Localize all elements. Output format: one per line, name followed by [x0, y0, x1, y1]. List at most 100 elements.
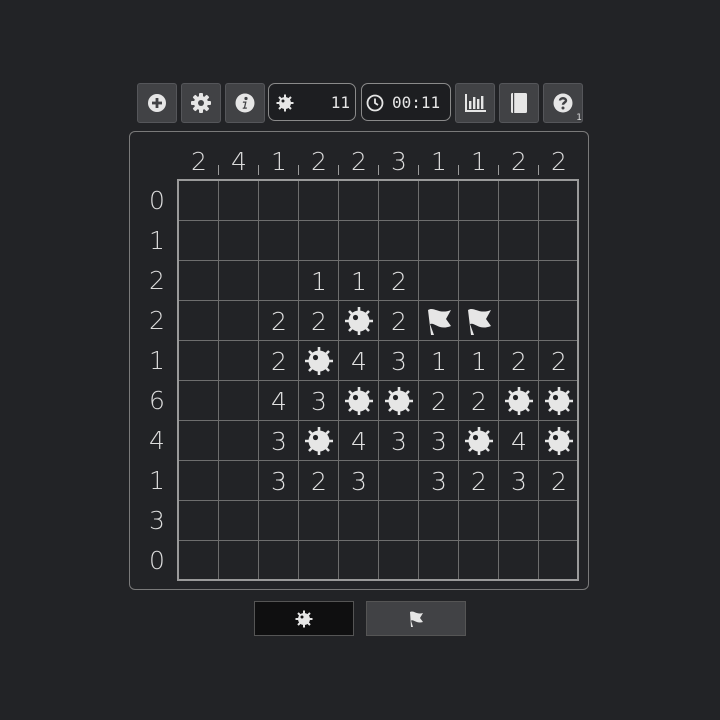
empty-cell[interactable]	[179, 501, 219, 541]
number-cell[interactable]: 1	[459, 341, 499, 381]
empty-cell[interactable]	[219, 301, 259, 341]
empty-cell[interactable]	[539, 301, 579, 341]
empty-cell[interactable]	[259, 261, 299, 301]
number-cell[interactable]: 2	[259, 301, 299, 341]
number-cell[interactable]: 1	[419, 341, 459, 381]
number-cell[interactable]: 3	[499, 461, 539, 501]
empty-cell[interactable]	[339, 221, 379, 261]
empty-cell[interactable]	[339, 541, 379, 581]
mine-cell[interactable]	[499, 381, 539, 421]
number-cell[interactable]: 2	[379, 261, 419, 301]
help-button[interactable]: 1	[543, 83, 583, 123]
empty-cell[interactable]	[499, 181, 539, 221]
flag-mode-button[interactable]	[366, 601, 466, 636]
number-cell[interactable]: 3	[339, 461, 379, 501]
empty-cell[interactable]	[499, 541, 539, 581]
number-cell[interactable]: 4	[339, 421, 379, 461]
flagged-cell[interactable]	[459, 301, 499, 341]
number-cell[interactable]: 4	[259, 381, 299, 421]
empty-cell[interactable]	[219, 181, 259, 221]
number-cell[interactable]: 3	[419, 421, 459, 461]
empty-cell[interactable]	[459, 261, 499, 301]
empty-cell[interactable]	[259, 181, 299, 221]
empty-cell[interactable]	[179, 341, 219, 381]
empty-cell[interactable]	[539, 261, 579, 301]
empty-cell[interactable]	[539, 501, 579, 541]
empty-cell[interactable]	[299, 221, 339, 261]
mine-cell[interactable]	[299, 421, 339, 461]
number-cell[interactable]: 2	[459, 381, 499, 421]
empty-cell[interactable]	[339, 181, 379, 221]
empty-cell[interactable]	[419, 261, 459, 301]
empty-cell[interactable]	[179, 541, 219, 581]
empty-cell[interactable]	[179, 181, 219, 221]
empty-cell[interactable]	[259, 501, 299, 541]
flagged-cell[interactable]	[419, 301, 459, 341]
number-cell[interactable]: 2	[539, 461, 579, 501]
info-button[interactable]	[225, 83, 265, 123]
number-cell[interactable]: 4	[499, 421, 539, 461]
empty-cell[interactable]	[179, 301, 219, 341]
empty-cell[interactable]	[259, 541, 299, 581]
empty-cell[interactable]	[459, 501, 499, 541]
number-cell[interactable]: 2	[299, 301, 339, 341]
empty-cell[interactable]	[539, 221, 579, 261]
empty-cell[interactable]	[419, 501, 459, 541]
number-cell[interactable]: 2	[259, 341, 299, 381]
empty-cell[interactable]	[219, 501, 259, 541]
empty-cell[interactable]	[179, 381, 219, 421]
number-cell[interactable]: 2	[379, 301, 419, 341]
number-cell[interactable]: 4	[339, 341, 379, 381]
mine-cell[interactable]	[339, 381, 379, 421]
empty-cell[interactable]	[299, 181, 339, 221]
number-cell[interactable]: 3	[259, 461, 299, 501]
empty-cell[interactable]	[179, 461, 219, 501]
empty-cell[interactable]	[259, 221, 299, 261]
empty-cell[interactable]	[219, 381, 259, 421]
number-cell[interactable]: 1	[299, 261, 339, 301]
mine-cell[interactable]	[539, 381, 579, 421]
mine-cell[interactable]	[459, 421, 499, 461]
number-cell[interactable]: 3	[379, 421, 419, 461]
empty-cell[interactable]	[219, 261, 259, 301]
empty-cell[interactable]	[539, 541, 579, 581]
empty-cell[interactable]	[179, 421, 219, 461]
empty-cell[interactable]	[499, 301, 539, 341]
empty-cell[interactable]	[179, 221, 219, 261]
empty-cell[interactable]	[179, 261, 219, 301]
empty-cell[interactable]	[219, 541, 259, 581]
empty-cell[interactable]	[419, 221, 459, 261]
stats-button[interactable]	[455, 83, 495, 123]
empty-cell[interactable]	[219, 341, 259, 381]
empty-cell[interactable]	[419, 181, 459, 221]
empty-cell[interactable]	[219, 421, 259, 461]
empty-cell[interactable]	[339, 501, 379, 541]
number-cell[interactable]: 2	[419, 381, 459, 421]
number-cell[interactable]: 3	[259, 421, 299, 461]
mine-mode-button[interactable]	[254, 601, 354, 636]
mine-cell[interactable]	[339, 301, 379, 341]
empty-cell[interactable]	[459, 221, 499, 261]
empty-cell[interactable]	[379, 221, 419, 261]
empty-cell[interactable]	[459, 181, 499, 221]
number-cell[interactable]: 3	[299, 381, 339, 421]
empty-cell[interactable]	[299, 541, 339, 581]
empty-cell[interactable]	[219, 221, 259, 261]
empty-cell[interactable]	[379, 541, 419, 581]
number-cell[interactable]: 2	[539, 341, 579, 381]
number-cell[interactable]: 2	[459, 461, 499, 501]
empty-cell[interactable]	[379, 181, 419, 221]
settings-button[interactable]	[181, 83, 221, 123]
number-cell[interactable]: 3	[379, 341, 419, 381]
empty-cell[interactable]	[419, 541, 459, 581]
mine-cell[interactable]	[539, 421, 579, 461]
empty-cell[interactable]	[499, 221, 539, 261]
empty-cell[interactable]	[299, 501, 339, 541]
empty-cell[interactable]	[379, 461, 419, 501]
empty-cell[interactable]	[219, 461, 259, 501]
empty-cell[interactable]	[539, 181, 579, 221]
mine-cell[interactable]	[299, 341, 339, 381]
number-cell[interactable]: 3	[419, 461, 459, 501]
number-cell[interactable]: 1	[339, 261, 379, 301]
new-game-button[interactable]	[137, 83, 177, 123]
